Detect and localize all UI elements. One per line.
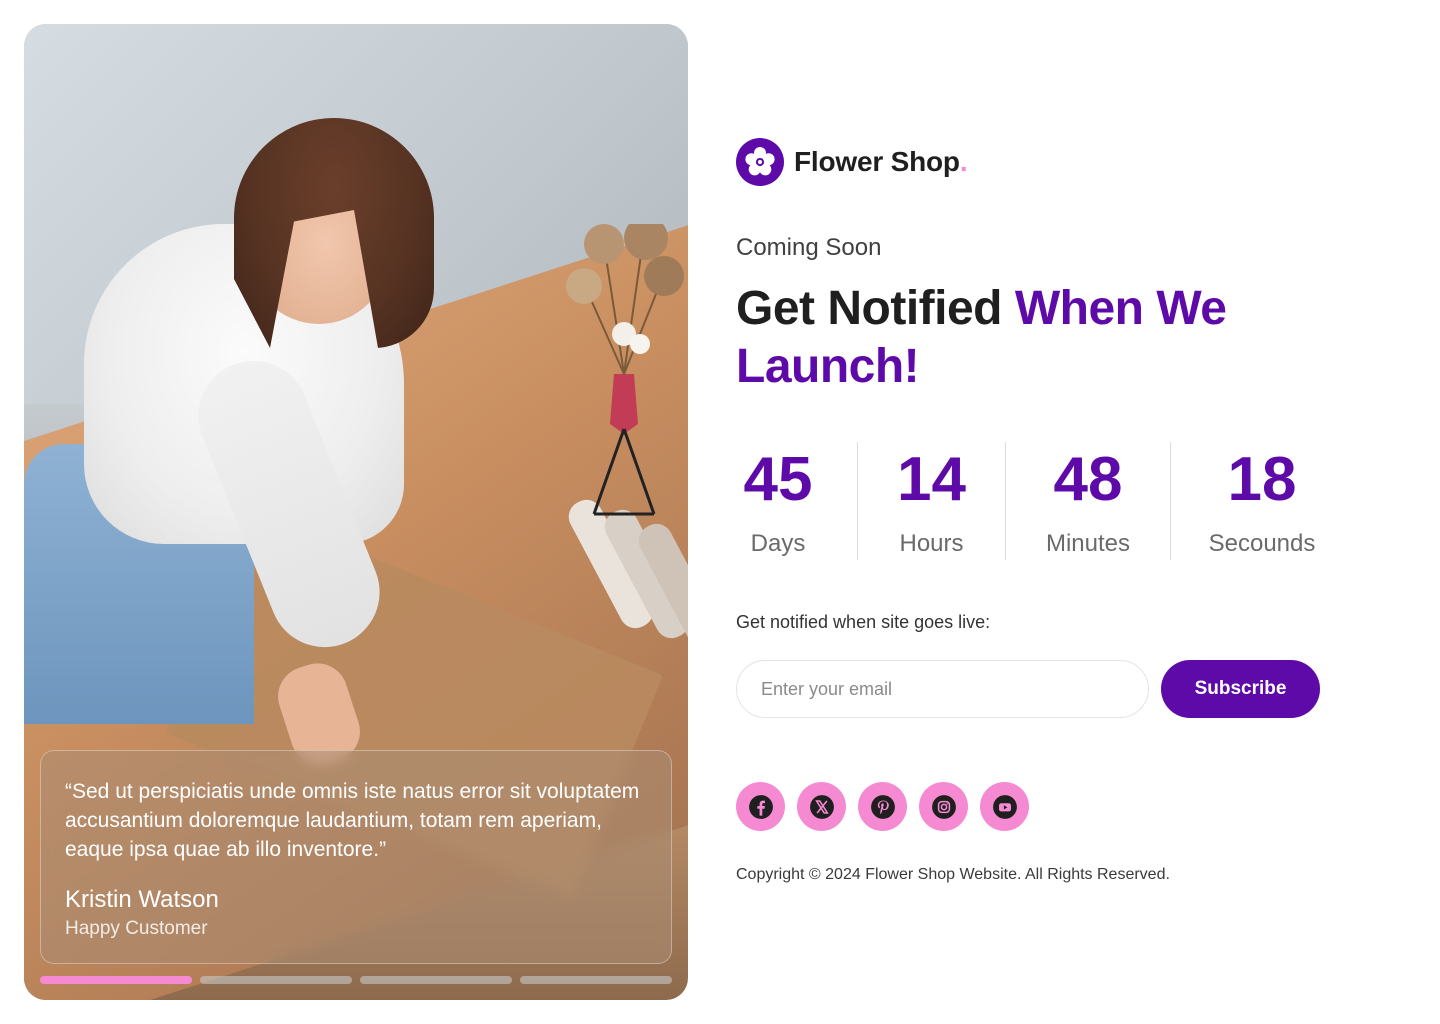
countdown-label: Secounds — [1208, 530, 1316, 557]
coming-soon-label: Coming Soon — [736, 234, 882, 261]
countdown-timer: 45 Days 14 Hours 48 Minutes 18 Secounds — [736, 442, 1353, 560]
countdown-minutes: 48 Minutes — [1006, 442, 1170, 560]
copyright-text: Copyright © 2024 Flower Shop Website. Al… — [736, 866, 1170, 883]
countdown-hours: 14 Hours — [858, 442, 1005, 560]
slide-indicator-3[interactable] — [360, 976, 512, 984]
pinterest-icon — [870, 794, 895, 819]
countdown-label: Days — [750, 530, 806, 557]
countdown-label: Minutes — [1045, 530, 1131, 557]
social-instagram[interactable] — [919, 782, 968, 831]
brand-name: Flower Shop. — [794, 146, 968, 177]
subscribe-button[interactable]: Subscribe — [1161, 660, 1320, 718]
social-x[interactable] — [797, 782, 846, 831]
dried-flower-vase — [566, 224, 684, 516]
instagram-icon — [931, 794, 956, 819]
social-youtube[interactable] — [980, 782, 1029, 831]
countdown-days: 45 Days — [736, 442, 820, 560]
flower-icon — [736, 138, 784, 186]
slide-indicator-4[interactable] — [520, 976, 672, 984]
countdown-value: 48 — [1053, 445, 1123, 514]
countdown-label: Hours — [899, 530, 964, 557]
testimonial-author: Kristin Watson — [65, 886, 219, 913]
social-links — [736, 782, 1029, 831]
email-input[interactable] — [736, 660, 1149, 718]
brand-logo[interactable]: Flower Shop. — [736, 138, 968, 186]
x-icon — [809, 794, 834, 819]
countdown-seconds: 18 Secounds — [1171, 442, 1353, 560]
countdown-value: 14 — [897, 445, 966, 514]
countdown-value: 18 — [1227, 445, 1297, 514]
social-facebook[interactable] — [736, 782, 785, 831]
testimonial-card: “Sed ut perspiciatis unde omnis iste nat… — [40, 750, 672, 964]
slide-indicator-2[interactable] — [200, 976, 352, 984]
youtube-icon — [992, 794, 1017, 819]
testimonial-quote: “Sed ut perspiciatis unde omnis iste nat… — [65, 780, 640, 861]
facebook-icon — [748, 794, 773, 819]
brand-dot: . — [959, 146, 968, 177]
social-pinterest[interactable] — [858, 782, 907, 831]
slider-progress — [40, 976, 672, 984]
testimonial-role: Happy Customer — [65, 918, 208, 939]
hero-image: “Sed ut perspiciatis unde omnis iste nat… — [24, 24, 688, 1000]
notify-label: Get notified when site goes live: — [736, 612, 991, 632]
countdown-value: 45 — [743, 445, 813, 514]
page-title: Get Notified When We Launch! — [736, 282, 1227, 393]
slide-indicator-1[interactable] — [40, 976, 192, 984]
